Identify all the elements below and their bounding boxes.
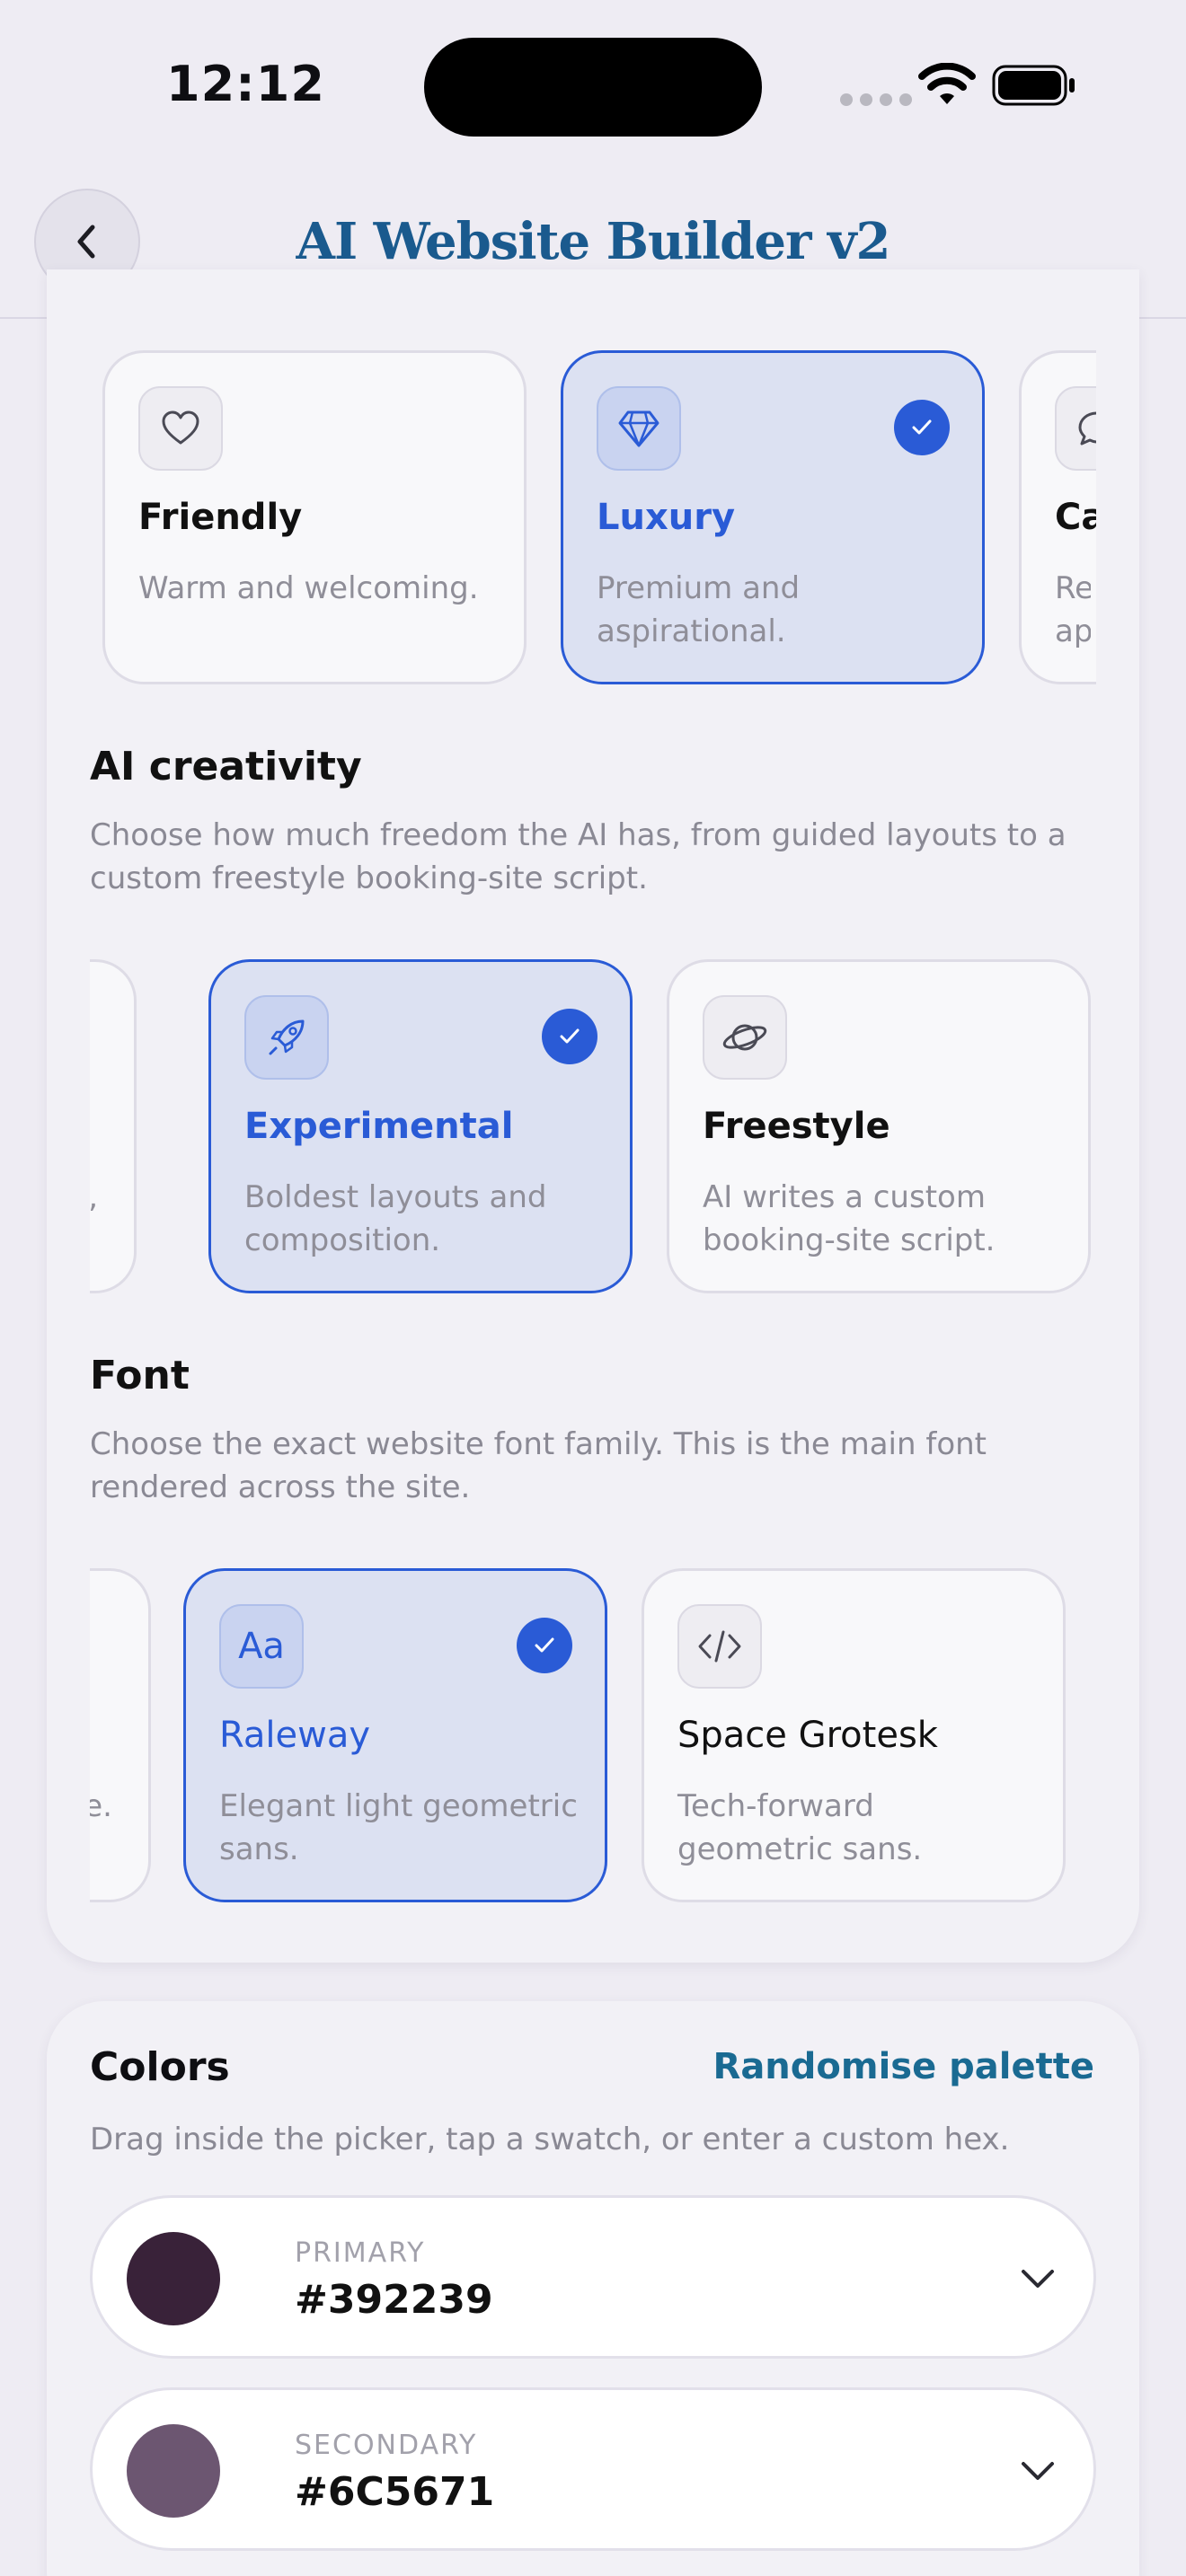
creativity-option-freestyle[interactable]: Freestyle AI writes a custom booking-sit… <box>667 959 1091 1293</box>
selected-check-badge <box>517 1618 572 1673</box>
creativity-title: Experimental <box>244 1106 514 1147</box>
primary-color-row[interactable]: PRIMARY #392239 <box>90 2195 1096 2359</box>
planet-icon <box>722 1024 767 1051</box>
secondary-color-row[interactable]: SECONDARY #6C5671 <box>90 2387 1096 2551</box>
text-aa-icon: Aa <box>238 1626 285 1667</box>
tone-title: Ca <box>1055 497 1096 538</box>
tone-icon-box <box>597 386 681 471</box>
status-time: 12:12 <box>166 56 325 112</box>
colors-heading: Colors <box>90 2044 230 2090</box>
font-title: Space Grotesk <box>677 1715 938 1756</box>
selected-check-badge <box>894 400 950 455</box>
font-icon-box <box>677 1604 762 1689</box>
colors-card: Colors Randomise palette Drag inside the… <box>47 2001 1139 2576</box>
creativity-description-partial: ons, <box>90 1176 98 1219</box>
selected-check-badge <box>542 1009 597 1064</box>
tone-icon-box <box>138 386 223 471</box>
creativity-option-partial[interactable]: ons, <box>90 959 137 1293</box>
colors-description: Drag inside the picker, tap a swatch, or… <box>90 2122 1010 2157</box>
style-settings-card: Friendly Warm and welcoming. Luxury Prem… <box>47 269 1139 1963</box>
primary-color-label: PRIMARY <box>295 2237 426 2269</box>
tone-option-friendly[interactable]: Friendly Warm and welcoming. <box>102 350 527 684</box>
font-description-partial: e. <box>90 1788 112 1824</box>
tone-title: Friendly <box>138 497 303 538</box>
creativity-options-row[interactable]: ons, Experimental Boldest layouts and co… <box>90 950 1096 1310</box>
tone-description: Warm and welcoming. <box>138 570 479 606</box>
tone-option-partial[interactable]: Ca Rela app <box>1019 350 1096 684</box>
font-option-partial[interactable]: e. <box>90 1568 151 1902</box>
checkmark-icon <box>560 1028 580 1044</box>
font-icon-box: Aa <box>219 1604 304 1689</box>
rocket-icon <box>269 1019 305 1055</box>
dynamic-island <box>424 38 762 137</box>
checkmark-icon <box>912 419 932 435</box>
randomise-palette-button[interactable]: Randomise palette <box>713 2046 1094 2087</box>
battery-icon <box>992 65 1075 106</box>
chat-bubble-icon <box>1078 411 1096 446</box>
primary-color-swatch[interactable] <box>127 2232 220 2325</box>
tone-description: Rela app <box>1055 570 1091 649</box>
diamond-icon <box>618 410 659 447</box>
secondary-color-label: SECONDARY <box>295 2430 478 2461</box>
chevron-down-icon[interactable] <box>1018 2453 1058 2489</box>
font-heading: Font <box>90 1353 190 1398</box>
font-options-row[interactable]: e. Aa Raleway Elegant light geometric sa… <box>90 1559 1096 1919</box>
tone-options-row[interactable]: Friendly Warm and welcoming. Luxury Prem… <box>90 341 1096 701</box>
heart-icon <box>162 410 199 445</box>
code-icon <box>698 1630 741 1663</box>
font-description: Tech-forward geometric sans. <box>677 1788 923 1867</box>
tone-description: Premium and aspirational. <box>597 570 801 649</box>
page-title: AI Website Builder v2 <box>296 212 891 271</box>
creativity-description: Choose how much freedom the AI has, from… <box>90 817 1067 896</box>
primary-color-hex: #392239 <box>295 2277 493 2323</box>
font-title: Raleway <box>219 1715 371 1756</box>
status-bar: 12:12 <box>0 0 1186 171</box>
font-description: Elegant light geometric sans. <box>219 1788 578 1867</box>
creativity-description: AI writes a custom booking-site script. <box>703 1179 996 1258</box>
creativity-icon-box <box>703 995 787 1080</box>
creativity-icon-box <box>244 995 329 1080</box>
creativity-section: AI creativity Choose how much freedom th… <box>90 744 1096 896</box>
font-option-raleway[interactable]: Aa Raleway Elegant light geometric sans. <box>183 1568 607 1902</box>
secondary-color-swatch[interactable] <box>127 2424 220 2518</box>
creativity-title: Freestyle <box>703 1106 890 1147</box>
creativity-heading: AI creativity <box>90 744 362 790</box>
tone-option-luxury[interactable]: Luxury Premium and aspirational. <box>561 350 985 684</box>
creativity-description: Boldest layouts and composition. <box>244 1179 547 1258</box>
wifi-icon <box>918 63 976 104</box>
chevron-down-icon[interactable] <box>1018 2261 1058 2297</box>
secondary-color-hex: #6C5671 <box>295 2469 495 2515</box>
font-option-space-grotesk[interactable]: Space Grotesk Tech-forward geometric san… <box>642 1568 1066 1902</box>
tone-title: Luxury <box>597 497 736 538</box>
font-section: Font Choose the exact website font famil… <box>90 1353 1096 1505</box>
checkmark-icon <box>535 1637 554 1653</box>
font-description: Choose the exact website font family. Th… <box>90 1426 987 1505</box>
creativity-option-experimental[interactable]: Experimental Boldest layouts and composi… <box>208 959 633 1293</box>
tone-icon-box <box>1055 386 1096 471</box>
